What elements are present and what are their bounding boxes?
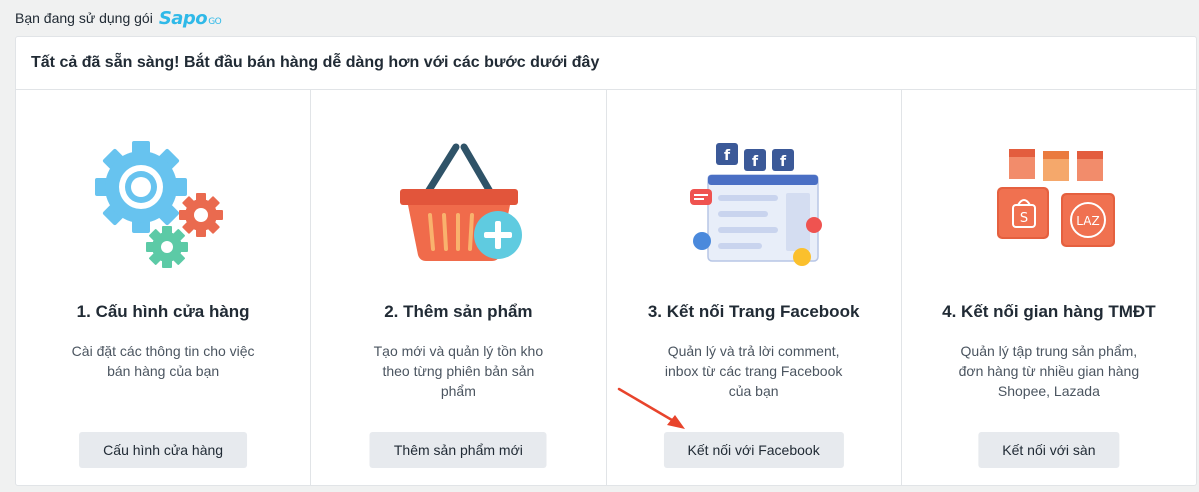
connect-facebook-button[interactable]: Kết nối với Facebook: [663, 432, 844, 468]
step-title: 1. Cấu hình cửa hàng: [76, 302, 250, 321]
gears-icon: [83, 135, 243, 275]
card-header: Tất cả đã sẵn sàng! Bắt đầu bán hàng dễ …: [16, 37, 1196, 90]
svg-text:f: f: [724, 148, 731, 164]
step-description: Quản lý tập trung sản phẩm, đơn hàng từ …: [958, 343, 1140, 399]
step-add-product: 2. Thêm sản phẩm Tạo mới và quản lý tồn …: [311, 90, 607, 486]
step-configure-store: 1. Cấu hình cửa hàng Cài đặt các thông t…: [16, 90, 312, 486]
step-description: Tạo mới và quản lý tồn kho theo từng phi…: [373, 343, 544, 399]
lazada-badge: LAZ: [1076, 214, 1099, 228]
step-connect-facebook: f f f 3. Kết nối Trang Facebook Quản lý …: [607, 90, 902, 486]
onboarding-card: Tất cả đã sẵn sàng! Bắt đầu bán hàng dễ …: [15, 36, 1197, 486]
plan-label: Bạn đang sử dụng gói: [15, 10, 153, 26]
sapo-logo: Sapo GO: [158, 7, 222, 29]
basket-add-icon: [378, 135, 538, 275]
facebook-page-icon: f f f: [674, 135, 834, 275]
svg-text:f: f: [752, 154, 759, 170]
connect-marketplace-button[interactable]: Kết nối với sàn: [978, 432, 1120, 468]
step-title: 4. Kết nối gian hàng TMĐT: [942, 302, 1156, 321]
shopee-badge: S: [1020, 211, 1028, 226]
step-description: Cài đặt các thông tin cho việc bán hàng …: [71, 343, 255, 379]
sapo-logo-suffix: GO: [208, 16, 222, 27]
steps-row: 1. Cấu hình cửa hàng Cài đặt các thông t…: [16, 90, 1196, 486]
plan-bar: Bạn đang sử dụng gói Sapo GO: [15, 7, 222, 29]
step-title: 3. Kết nối Trang Facebook: [647, 302, 860, 321]
svg-text:f: f: [780, 154, 787, 170]
marketplace-icon: S LAZ: [969, 135, 1129, 275]
add-product-button[interactable]: Thêm sản phẩm mới: [369, 432, 547, 468]
step-connect-marketplace: S LAZ 4. Kết nối gian hàng TMĐT Quản lý …: [902, 90, 1196, 486]
step-description: Quản lý và trả lời comment, inbox từ các…: [664, 343, 843, 399]
step-title: 2. Thêm sản phẩm: [384, 302, 533, 321]
configure-store-button[interactable]: Cấu hình cửa hàng: [79, 432, 248, 468]
sapo-logo-text: Sapo: [158, 7, 208, 29]
